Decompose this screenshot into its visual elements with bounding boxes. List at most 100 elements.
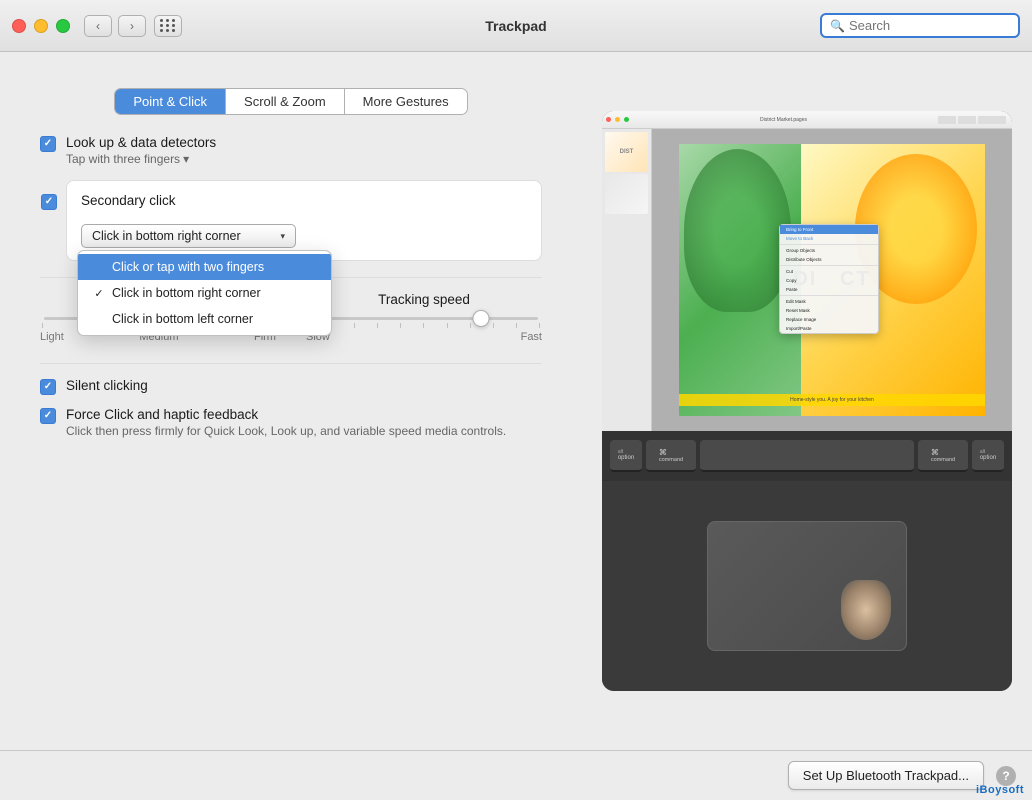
search-input[interactable] [849,18,1010,33]
tracking-slider-thumb[interactable] [473,310,490,327]
silent-clicking-label: Silent clicking [66,378,542,393]
secondary-checkbox[interactable] [41,194,57,210]
search-box[interactable]: 🔍 [820,13,1020,38]
lookup-label: Look up & data detectors [66,135,542,150]
bluetooth-trackpad-button[interactable]: Set Up Bluetooth Trackpad... [788,761,984,790]
tracking-slider-track [310,317,538,320]
grid-button[interactable] [154,15,182,37]
secondary-dropdown-trigger[interactable]: Click in bottom right corner ▾ [81,224,296,248]
tab-scroll-zoom[interactable]: Scroll & Zoom [226,89,345,114]
secondary-dropdown-menu[interactable]: Click or tap with two fingers ✓ Click in… [77,250,332,336]
ctx-sep-1 [780,244,878,245]
ctx-sep-2 [780,265,878,266]
left-panel: Point & Click Scroll & Zoom More Gesture… [0,52,582,750]
ctx-sep-3 [780,295,878,296]
tab-group: Point & Click Scroll & Zoom More Gesture… [114,88,467,115]
silent-clicking-text: Silent clicking [66,378,542,393]
secondary-checkbox-checked[interactable] [41,194,57,210]
pages-title: District Market.pages [631,117,936,123]
pages-body: DIST [602,129,1012,431]
help-button[interactable]: ? [996,766,1016,786]
finger-hint [841,580,891,640]
ctx-edit-mask: Edit Mask [780,297,878,306]
ctx-group: Group Objects [780,246,878,255]
iboysoft-badge: iBoysoft [976,784,1024,796]
pages-toolbar-btn-3 [978,116,1006,124]
pages-toolbar: District Market.pages [602,111,1012,129]
search-icon: 🔍 [830,19,845,33]
tabs-row: Point & Click Scroll & Zoom More Gesture… [30,72,552,115]
force-click-description: Click then press firmly for Quick Look, … [66,424,542,438]
key-command-right: ⌘ command [918,440,968,472]
window-title: Trackpad [485,18,546,34]
pages-canvas: DI CT Home-style you. A joy for your kit… [652,129,1012,431]
force-click-checkbox-checked[interactable] [40,408,56,424]
mac-preview: District Market.pages [602,111,1012,691]
tracking-slider-track-container [306,317,542,320]
pages-toolbar-btn-2 [958,116,976,124]
pages-thumb-content-1: DIST [605,132,648,172]
titlebar: ‹ › Trackpad 🔍 [0,0,1032,52]
district-image: DI CT Home-style you. A joy for your kit… [679,144,985,416]
tracking-slider-group: Tracking speed Slow Fast [306,292,542,343]
lookup-checkbox[interactable] [40,136,56,152]
secondary-dropdown-value: Click in bottom right corner [92,229,241,243]
silent-checkbox-checked[interactable] [40,379,56,395]
dropdown-option-two-fingers[interactable]: Click or tap with two fingers [78,254,331,280]
force-click-label: Force Click and haptic feedback [66,407,542,422]
pages-doc: DI CT Home-style you. A joy for your kit… [679,144,985,416]
tracking-slider-label: Tracking speed [306,292,542,307]
pages-thumb-2 [605,174,648,214]
forward-icon: › [130,19,134,33]
nav-buttons: ‹ › [84,15,146,37]
tab-point-click[interactable]: Point & Click [115,89,226,114]
pages-max [624,117,629,122]
main-content: Point & Click Scroll & Zoom More Gesture… [0,52,1032,750]
traffic-lights [12,19,70,33]
pages-close [606,117,611,122]
district-overlay: Home-style you. A joy for your kitchen [679,394,985,406]
ctx-bring-front: Bring to Front [780,225,878,234]
secondary-dropdown-container: Click in bottom right corner ▾ Click or … [81,224,527,248]
click-slider-min-label: Light [40,331,64,343]
lookup-text: Look up & data detectors Tap with three … [66,135,542,166]
dropdown-arrow-icon: ▾ [280,231,285,242]
silent-checkbox[interactable] [40,379,56,395]
lookup-checkbox-checked[interactable] [40,136,56,152]
bottom-bar: Set Up Bluetooth Trackpad... ? iBoysoft [0,750,1032,800]
mac-keyboard: alt option ⌘ command ⌘ [602,431,1012,691]
tracking-slider-max-label: Fast [521,331,542,343]
lookup-setting: Look up & data detectors Tap with three … [40,135,542,166]
pages-min [615,117,620,122]
forward-button[interactable]: › [118,15,146,37]
tracking-slider-labels: Slow Fast [306,331,542,343]
minimize-button[interactable] [34,19,48,33]
ctx-move-back: Move to Back [780,234,878,243]
back-button[interactable]: ‹ [84,15,112,37]
key-command-left: ⌘ command [646,440,696,472]
ctx-paste: Paste [780,285,878,294]
tab-more-gestures[interactable]: More Gestures [345,89,467,114]
secondary-click-section: Secondary click Click in bottom right co… [66,180,542,261]
pages-toolbar-right [938,116,1008,124]
key-option-left: alt option [610,440,642,472]
pages-toolbar-btn-1 [938,116,956,124]
ctx-cut: Cut [780,267,878,276]
divider-2 [40,363,542,364]
secondary-click-label: Secondary click [81,193,176,208]
force-click-row: Force Click and haptic feedback Click th… [40,407,542,438]
tracking-slider-ticks [306,323,542,328]
key-option-right: alt option [972,440,1004,472]
force-click-checkbox[interactable] [40,408,56,424]
close-button[interactable] [12,19,26,33]
check-mark-2: ✓ [92,287,106,300]
maximize-button[interactable] [56,19,70,33]
pages-sidebar: DIST [602,129,652,431]
ctx-distribute: Distribute Objects [780,255,878,264]
dropdown-option-bottom-left[interactable]: Click in bottom left corner [78,306,331,332]
trackpad-area [602,481,1012,691]
context-menu-preview: Bring to Front Move to Back Group Object… [779,224,879,334]
pages-app: District Market.pages [602,111,1012,431]
dropdown-option-bottom-right[interactable]: ✓ Click in bottom right corner [78,280,331,306]
ctx-import: Import/Paste [780,324,878,333]
